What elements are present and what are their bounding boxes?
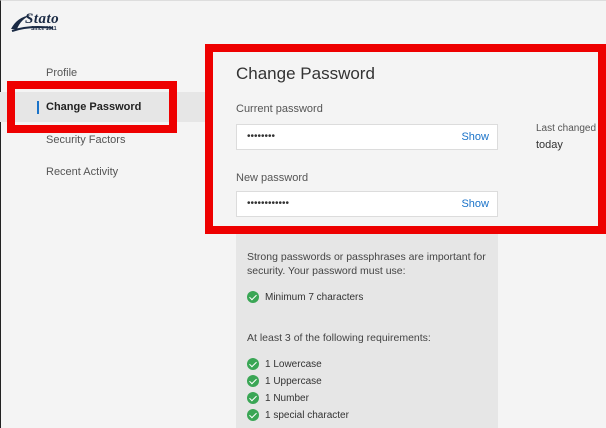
requirement-item: 1 Lowercase: [247, 358, 322, 372]
requirement-item: 1 special character: [247, 409, 349, 423]
new-password-label: New password: [236, 172, 309, 184]
sidebar-item-recent-activity[interactable]: Recent Activity: [0, 157, 210, 187]
current-password-field[interactable]: •••••••• Show: [236, 124, 498, 150]
requirement-special: 1 special character: [265, 410, 349, 421]
requirement-minimum: Minimum 7 characters: [247, 291, 363, 305]
requirement-uppercase: 1 Uppercase: [265, 376, 322, 387]
current-password-show-button[interactable]: Show: [461, 131, 489, 143]
new-password-show-button[interactable]: Show: [461, 198, 489, 210]
page-title: Change Password: [236, 64, 375, 83]
current-password-label: Current password: [236, 103, 323, 115]
sidebar-item-profile[interactable]: Profile: [0, 58, 210, 88]
requirements-intro: Strong passwords or passphrases are impo…: [247, 251, 486, 277]
requirement-number: 1 Number: [265, 393, 309, 404]
brand-logo[interactable]: Stato Since 1911: [9, 9, 59, 35]
requirement-minimum-text: Minimum 7 characters: [265, 292, 364, 303]
current-password-value: ••••••••: [247, 131, 276, 142]
requirement-item: 1 Number: [247, 392, 309, 406]
check-circle-icon: [247, 358, 259, 370]
logo-since-text: Since 1911: [31, 26, 57, 32]
requirement-item: 1 Uppercase: [247, 375, 322, 389]
check-circle-icon: [247, 291, 259, 303]
check-circle-icon: [247, 375, 259, 387]
requirements-subheading: At least 3 of the following requirements…: [247, 332, 431, 344]
check-circle-icon: [247, 409, 259, 421]
last-changed-value: today: [536, 139, 563, 151]
last-changed-label: Last changed: [536, 123, 597, 134]
top-bar: Stato Since 1911: [1, 1, 606, 41]
check-circle-icon: [247, 392, 259, 404]
new-password-value: ••••••••••••: [247, 198, 290, 209]
sidebar-item-security-factors[interactable]: Security Factors: [0, 125, 210, 155]
requirement-lowercase: 1 Lowercase: [265, 359, 322, 370]
password-requirements-panel: Strong passwords or passphrases are impo…: [236, 230, 498, 428]
new-password-field[interactable]: •••••••••••• Show: [236, 191, 498, 217]
sidebar-item-change-password[interactable]: Change Password: [0, 92, 210, 122]
